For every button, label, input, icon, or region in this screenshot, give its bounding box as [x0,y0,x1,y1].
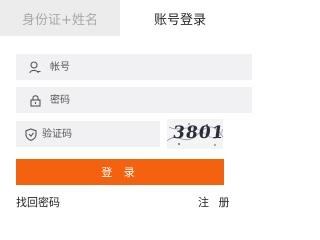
password-field[interactable] [16,87,252,113]
username-input[interactable] [50,56,200,78]
register-link[interactable]: 注 册 [198,194,233,210]
shield-icon [25,127,37,141]
username-field[interactable] [16,54,252,80]
captcha-image[interactable]: 3801 [167,119,223,149]
forgot-password-link[interactable]: 找回密码 [16,194,60,210]
login-button[interactable]: 登 录 [16,159,224,185]
captcha-code: 3801 [171,123,223,143]
lock-icon [25,94,45,107]
captcha-input[interactable] [42,123,167,145]
login-tabs: 身份证+姓名 账号登录 [0,0,240,36]
tab-account-login[interactable]: 账号登录 [120,0,240,36]
password-input[interactable] [50,89,200,111]
user-icon [25,60,45,74]
tab-id-card-name[interactable]: 身份证+姓名 [0,0,120,36]
captcha-field[interactable] [16,121,167,147]
